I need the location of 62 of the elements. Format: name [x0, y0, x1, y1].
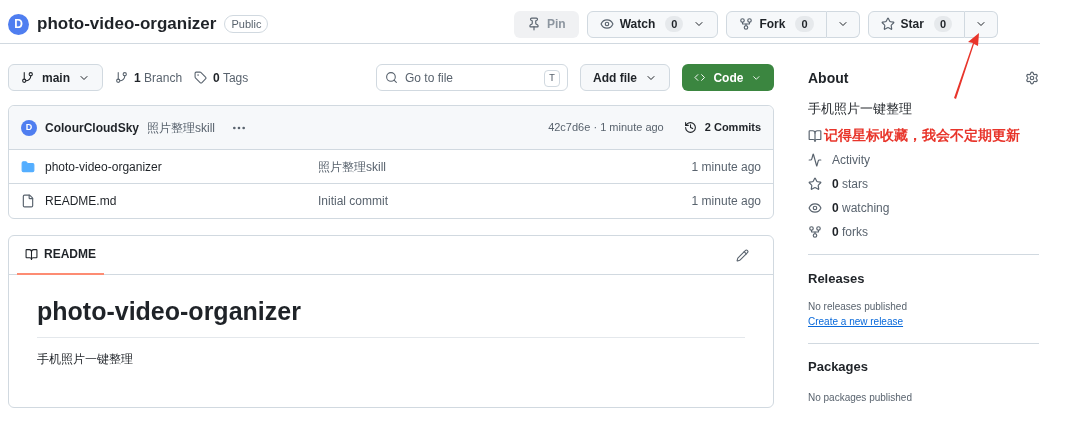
watching-link[interactable]: 0 watching	[832, 198, 890, 217]
tag-icon	[194, 71, 208, 84]
code-icon	[694, 71, 706, 84]
create-release-link[interactable]: Create a new release	[808, 314, 1039, 329]
star-icon	[808, 176, 822, 191]
annotation-arrow	[952, 33, 982, 99]
annotation-text: 记得星标收藏，我会不定期更新	[824, 126, 1020, 145]
file-icon	[21, 194, 35, 208]
fork-icon	[739, 17, 754, 31]
commits-link[interactable]: 2 Commits	[704, 119, 761, 136]
packages-heading[interactable]: Packages	[808, 357, 1039, 377]
count-badge: 0	[665, 15, 684, 33]
watch-icon	[599, 17, 614, 31]
file-time: 1 minute ago	[691, 193, 761, 210]
book-icon	[808, 128, 822, 143]
book-icon	[25, 247, 38, 261]
count-badge: 0	[795, 15, 814, 33]
branch-icon	[115, 71, 128, 84]
file-name[interactable]: photo-video-organizer	[45, 157, 318, 176]
branch-icon	[21, 71, 34, 84]
releases-empty-text: No releases published	[808, 300, 908, 314]
file-name[interactable]: README.md	[45, 192, 318, 210]
commit-message[interactable]: 照片整理skill	[147, 118, 215, 137]
avatar: D	[21, 119, 37, 136]
commit-info: 42c7d6e · 1 minute ago	[548, 120, 664, 136]
watch-button[interactable]: Watch 0	[586, 10, 719, 38]
activity-link[interactable]: Activity	[832, 150, 870, 169]
file-commit-message[interactable]: Initial commit	[318, 192, 388, 210]
history-icon	[683, 121, 697, 134]
code-button[interactable]: Code	[682, 64, 774, 91]
count-badge: 0	[933, 15, 952, 33]
forks-link[interactable]: 0 forks	[832, 222, 869, 241]
star-icon	[880, 17, 895, 31]
file-time: 1 minute ago	[691, 158, 761, 176]
activity-icon	[808, 152, 822, 167]
edit-icon[interactable]	[736, 248, 749, 262]
about-heading: About	[808, 68, 849, 88]
about-description: 手机照片一键整理	[808, 100, 913, 118]
readme-tab[interactable]: README	[17, 235, 104, 275]
readme-title: photo-video-organizer	[37, 293, 745, 338]
dropdown-button[interactable]	[965, 10, 998, 38]
tags-link[interactable]: 0 Tags	[213, 68, 249, 87]
packages-empty-text: No packages published	[808, 390, 913, 405]
readme-body: 手机照片一键整理	[37, 350, 134, 368]
branch-selector[interactable]: main	[8, 64, 103, 91]
search-icon	[385, 71, 398, 84]
fork-icon	[808, 224, 822, 239]
shortcut-key: T	[544, 70, 560, 87]
eye-icon	[808, 200, 822, 215]
branches-link[interactable]: 1 Branch	[134, 68, 183, 87]
commit-author[interactable]: ColourCloudSky	[45, 118, 139, 137]
pin-icon	[527, 17, 542, 31]
settings-icon[interactable]	[1025, 71, 1039, 85]
file-commit-message[interactable]: 照片整理skill	[318, 157, 386, 176]
releases-heading[interactable]: Releases	[808, 268, 1039, 288]
star-button[interactable]: Star 0	[867, 10, 965, 38]
fork-button[interactable]: Fork 0	[726, 10, 827, 38]
avatar: D	[8, 13, 29, 35]
stars-link[interactable]: 0 stars	[832, 174, 869, 193]
folder-icon	[21, 159, 35, 174]
repo-name[interactable]: photo-video-organizer	[37, 11, 217, 37]
add-file-button[interactable]: Add file	[580, 64, 670, 91]
